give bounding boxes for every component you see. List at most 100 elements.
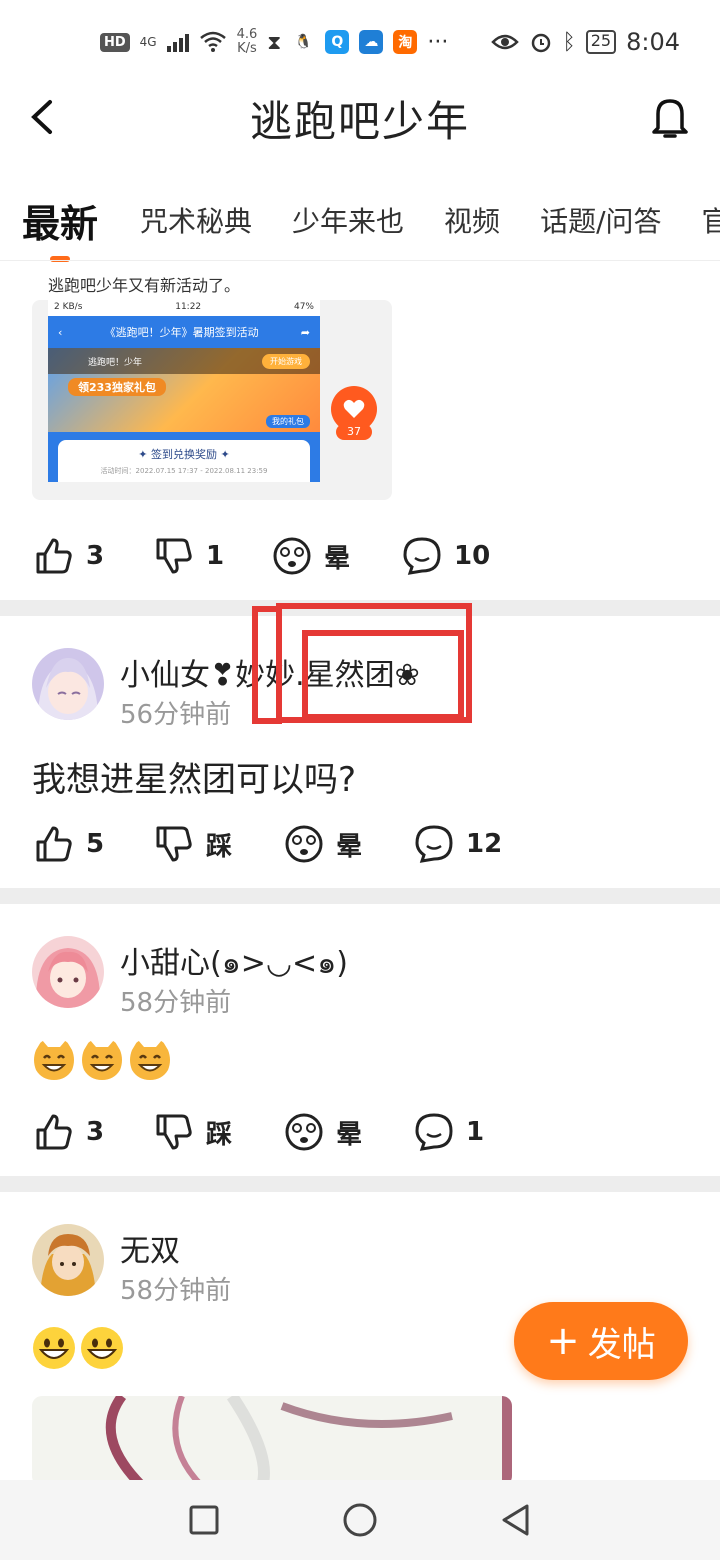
embedded-card: ✦ 签到兑换奖励 ✦ 活动时间：2022.07.15 17:37 - 2022.0…	[48, 432, 320, 482]
grinning-face-emoji-icon	[81, 1327, 123, 1369]
top-app-bar: 逃跑吧少年	[0, 84, 720, 152]
home-circle-icon[interactable]	[342, 1502, 378, 1538]
tab-video[interactable]: 视频	[444, 200, 500, 240]
embedded-my-gift: 我的礼包	[266, 415, 310, 428]
embedded-game-row: 逃跑吧！少年 开始游戏	[48, 348, 320, 374]
like-button[interactable]: 3	[34, 1112, 104, 1152]
post-time: 58分钟前	[120, 1276, 232, 1306]
page-title: 逃跑吧少年	[249, 96, 470, 146]
search-app-icon: Q	[325, 30, 350, 54]
dislike-count: 1	[206, 541, 225, 571]
heart-count: 37	[336, 424, 372, 440]
qq-icon: 🐧	[291, 30, 316, 54]
dizzy-face-icon	[285, 825, 323, 863]
post-divider	[0, 1176, 720, 1192]
heart-icon	[343, 399, 365, 418]
like-button[interactable]: 3	[34, 536, 104, 576]
grinning-face-emoji-icon	[33, 1327, 75, 1369]
hourglass-icon: ⧗	[267, 30, 282, 54]
back-triangle-icon[interactable]	[498, 1502, 534, 1538]
embedded-status-bar: 2 KB/s 11:22 47%	[54, 302, 314, 312]
embedded-title: 《逃跑吧！少年》暑期签到活动	[104, 326, 259, 339]
dislike-button[interactable]: 1	[154, 536, 224, 576]
post-emoji-content[interactable]	[32, 1038, 172, 1082]
wifi-icon	[199, 31, 226, 52]
post-actions: 3 1 晕 10	[0, 526, 720, 586]
dizzy-button[interactable]: 晕	[284, 1112, 362, 1152]
comment-button[interactable]: 10	[402, 536, 490, 576]
plus-icon: +	[546, 1318, 580, 1364]
post-emoji-content[interactable]	[32, 1326, 124, 1370]
bell-icon[interactable]	[648, 92, 692, 142]
grinning-cat-emoji-icon	[82, 1040, 122, 1080]
alarm-icon	[531, 33, 550, 53]
clock: 8:04	[626, 28, 680, 56]
dislike-button[interactable]: 踩	[154, 824, 232, 864]
comment-button[interactable]: 12	[414, 824, 502, 864]
comment-count: 12	[466, 829, 503, 859]
embedded-share-icon: ➦	[300, 325, 310, 339]
embedded-banner: 逃跑吧！少年 开始游戏 领233独家礼包 我的礼包	[48, 348, 320, 432]
avatar[interactable]	[32, 936, 104, 1008]
dizzy-face-icon	[285, 1113, 323, 1151]
thumbs-down-icon	[156, 1114, 192, 1150]
eye-icon	[490, 34, 519, 50]
comment-bubble-icon	[415, 1113, 453, 1151]
like-button[interactable]: 5	[34, 824, 104, 864]
like-count: 3	[86, 541, 105, 571]
tab-spell-guide[interactable]: 咒术秘典	[140, 200, 252, 240]
new-post-button[interactable]: + 发帖	[514, 1302, 688, 1380]
post-divider	[0, 888, 720, 904]
tab-topics-qa[interactable]: 话题/问答	[540, 200, 661, 240]
comment-bubble-icon	[403, 537, 441, 575]
dizzy-button[interactable]: 晕	[272, 536, 350, 576]
grinning-cat-emoji-icon	[34, 1040, 74, 1080]
username[interactable]: 无双	[120, 1226, 180, 1270]
thumbs-up-icon	[36, 1114, 72, 1150]
category-tabs: 最新 咒术秘典 少年来也 视频 话题/问答 官	[0, 180, 720, 260]
embedded-screenshot: 2 KB/s 11:22 47% ‹ 《逃跑吧！少年》暑期签到活动 ➦ 逃跑吧！少年…	[48, 300, 320, 482]
dizzy-label: 晕	[324, 543, 351, 574]
post-actions: 3 踩 晕 1	[0, 1102, 720, 1162]
embedded-gift-label: 领233独家礼包	[68, 378, 166, 396]
dizzy-label: 晕	[336, 831, 363, 862]
embedded-title-bar: ‹ 《逃跑吧！少年》暑期签到活动 ➦	[48, 316, 320, 348]
hd-badge: HD	[100, 32, 130, 52]
new-post-label: 发帖	[587, 1324, 656, 1365]
thumbs-up-icon	[36, 538, 72, 574]
thumbs-down-icon	[156, 538, 192, 574]
net-speed: 4.6 K/s	[236, 27, 258, 56]
status-left: HD 4G 4.6 K/s ⧗ 🐧 Q ☁ 淘 ···	[100, 28, 448, 56]
avatar[interactable]	[32, 1224, 104, 1296]
weather-app-icon: ☁	[359, 30, 384, 54]
avatar[interactable]	[32, 648, 104, 720]
thumbs-up-icon	[36, 826, 72, 862]
grinning-cat-emoji-icon	[130, 1040, 170, 1080]
highlight-box-left	[252, 606, 282, 724]
post-text[interactable]: 我想进星然团可以吗?	[32, 752, 356, 801]
post-actions: 5 踩 晕 12	[0, 814, 720, 874]
tabs-divider	[0, 260, 720, 261]
recents-square-icon[interactable]	[186, 1502, 222, 1538]
highlight-box-inner	[302, 630, 464, 720]
taobao-icon: 淘	[393, 30, 418, 54]
more-notifications-icon: ···	[427, 29, 449, 55]
tab-official[interactable]: 官	[702, 200, 720, 240]
post-image[interactable]	[32, 1396, 512, 1486]
comment-count: 1	[466, 1117, 485, 1147]
like-count: 5	[86, 829, 105, 859]
comment-bubble-icon	[415, 825, 453, 863]
thumbs-down-icon	[156, 826, 192, 862]
network-type: 4G	[139, 35, 157, 49]
tab-youth-coming[interactable]: 少年来也	[292, 200, 404, 240]
back-arrow-icon[interactable]	[22, 92, 62, 142]
status-right: ᛒ 25 8:04	[490, 28, 680, 56]
embedded-back-icon: ‹	[58, 325, 63, 339]
bluetooth-icon: ᛒ	[562, 29, 576, 55]
tab-latest[interactable]: 最新	[22, 193, 98, 248]
dizzy-button[interactable]: 晕	[284, 824, 362, 864]
dislike-button[interactable]: 踩	[154, 1112, 232, 1152]
comment-button[interactable]: 1	[414, 1112, 484, 1152]
username[interactable]: 小甜心(๑>◡<๑)	[120, 938, 348, 987]
active-tab-indicator	[50, 256, 70, 262]
